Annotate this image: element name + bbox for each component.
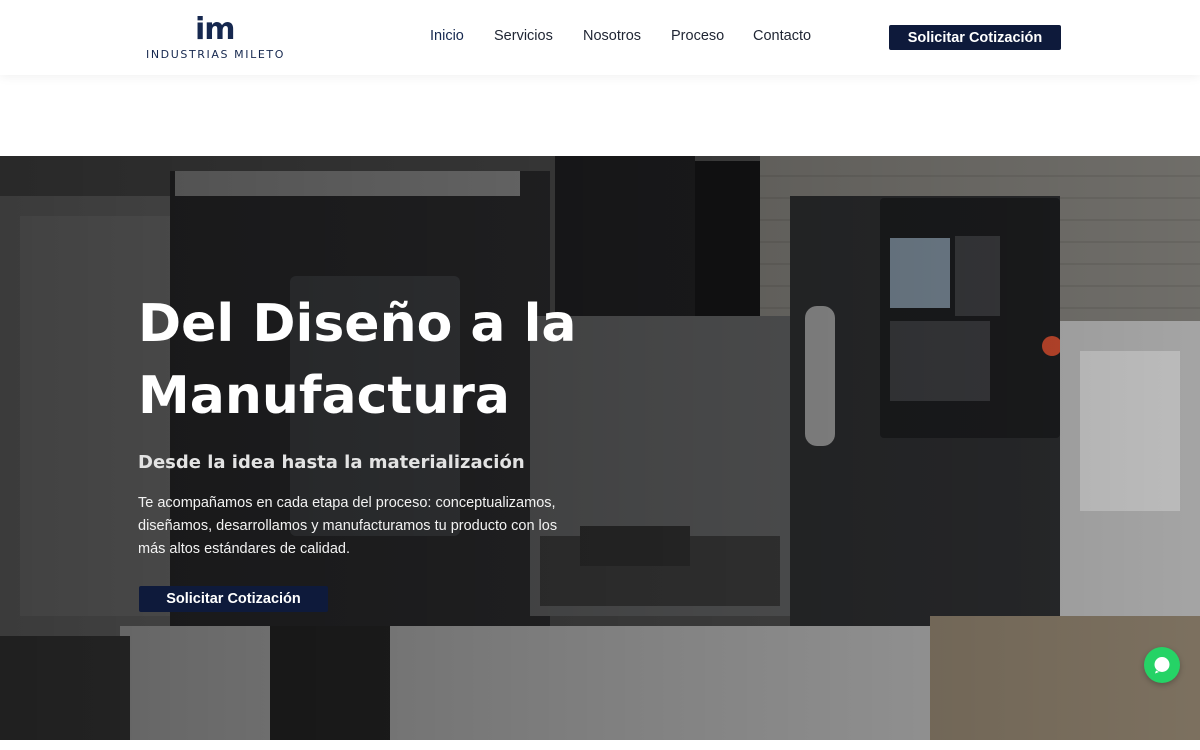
nav-item-servicios[interactable]: Servicios [494, 28, 553, 44]
nav-item-proceso[interactable]: Proceso [671, 28, 724, 44]
hero-title: Del Diseño a la Manufactura [138, 288, 658, 432]
hero-subtitle: Desde la idea hasta la materialización [138, 452, 525, 473]
request-quote-button-hero[interactable]: Solicitar Cotización [139, 586, 328, 612]
hero-section: Del Diseño a la Manufactura Desde la ide… [0, 156, 1200, 740]
hero-title-line-2: Manufactura [138, 366, 511, 426]
chat-button[interactable] [1144, 647, 1180, 683]
nav-item-nosotros[interactable]: Nosotros [583, 28, 641, 44]
hero-title-line-1: Del Diseño a la [138, 294, 577, 354]
nav-item-contacto[interactable]: Contacto [753, 28, 811, 44]
request-quote-button-header[interactable]: Solicitar Cotización [889, 25, 1061, 50]
hero-description: Te acompañamos en cada etapa del proceso… [138, 495, 558, 557]
page-bottom-edge [0, 740, 1200, 750]
site-header: im INDUSTRIAS MILETO Inicio Servicios No… [0, 0, 1200, 75]
chat-bubble-icon [1154, 657, 1170, 674]
nav-item-inicio[interactable]: Inicio [430, 28, 464, 44]
hero-overlay [0, 156, 1200, 740]
